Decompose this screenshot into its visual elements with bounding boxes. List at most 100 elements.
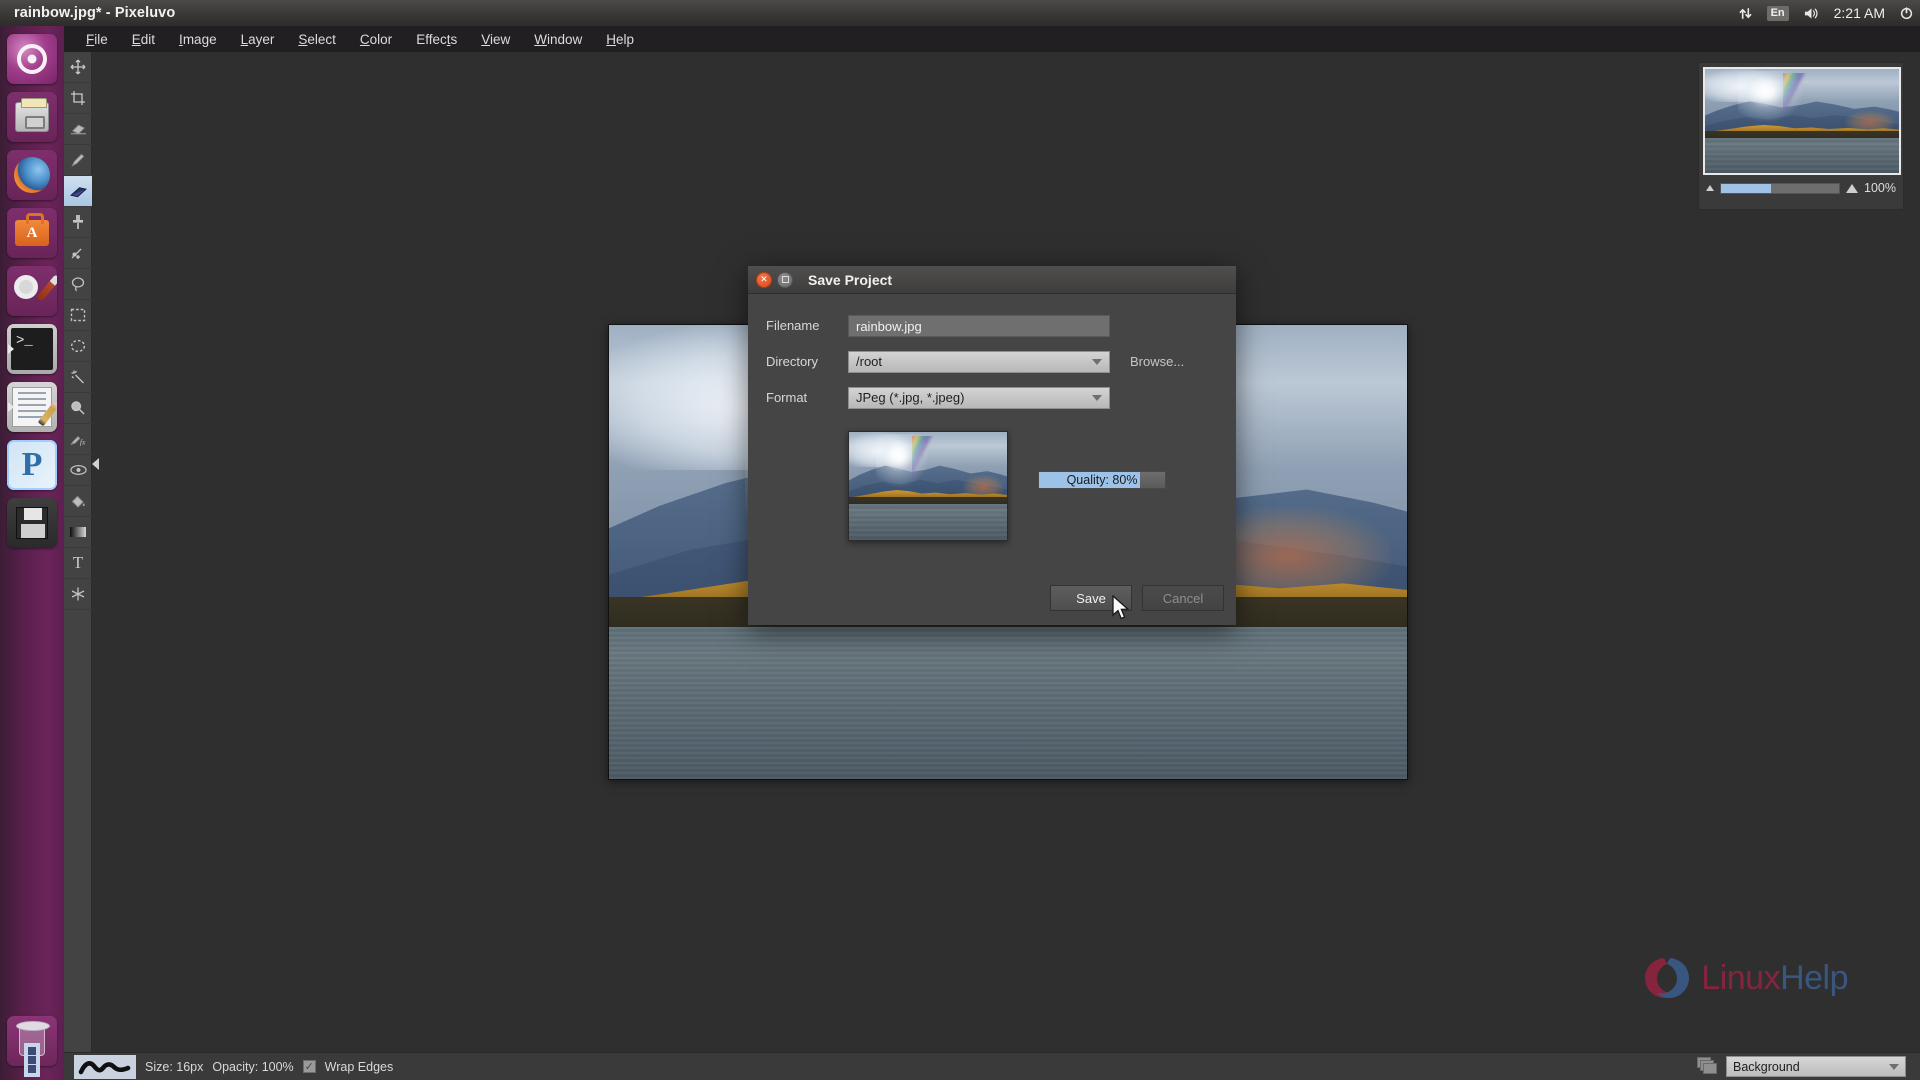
directory-row: Directory /root Browse... [766,346,1218,377]
tool-palette: fx T [64,52,92,1052]
zoom-level-label: 100% [1864,181,1896,195]
launcher-item-software-center[interactable]: A [7,208,57,258]
format-row: Format JPeg (*.jpg, *.jpeg) [766,382,1218,413]
status-bar: Size: 16px Opacity: 100% ✓ Wrap Edges Ba… [0,1052,1920,1080]
unity-launcher: A >_ P [0,26,64,1080]
format-select[interactable]: JPeg (*.jpg, *.jpeg) [848,386,1110,409]
watermark-help: Help [1780,958,1848,997]
maximize-square-icon[interactable] [777,271,793,288]
wrap-edges-checkbox[interactable]: ✓ [302,1060,316,1073]
navigator-zoom-controls: 100% [1703,175,1899,201]
top-panel: rainbow.jpg* - Pixeluvo En 2:21 AM [0,0,1920,26]
shape-icon[interactable] [64,579,92,610]
tool-palette-collapse-arrow[interactable] [92,458,99,470]
linuxhelp-logo-icon [1645,958,1690,998]
quality-slider[interactable]: Quality: 80% [1038,471,1166,489]
cancel-button[interactable]: Cancel [1142,585,1224,611]
brush-stroke-icon[interactable] [74,1054,136,1079]
wrap-edges-label: Wrap Edges [324,1059,394,1074]
watermark-linux: Linux [1701,958,1781,997]
brush-size-label: Size: 16px [145,1059,204,1074]
menu-item-effects[interactable]: Effects [404,30,469,49]
preview-area: Quality: 80% [766,431,1218,541]
menu-item-edit[interactable]: Edit [120,30,167,49]
clock[interactable]: 2:21 AM [1834,5,1885,21]
small-mountain-icon[interactable] [1706,185,1714,191]
zoom-slider[interactable] [1720,182,1841,194]
chevron-down-icon [1092,394,1102,401]
layer-value: Background [1733,1059,1800,1074]
magic-wand-icon[interactable] [64,362,92,393]
launcher-item-files[interactable] [7,92,57,142]
brush-opacity-label: Opacity: 100% [212,1059,294,1074]
mouse-cursor [1112,595,1130,620]
directory-value: /root [856,354,883,369]
software-bag-icon: A [7,208,57,258]
chevron-down-icon [1889,1063,1899,1070]
browse-button[interactable]: Browse... [1130,354,1184,369]
navigator-thumbnail[interactable] [1703,67,1901,175]
paint-bucket-icon[interactable] [64,486,92,517]
rectangle-select-icon[interactable] [64,300,92,331]
close-x-icon[interactable]: ✕ [756,271,772,288]
menu-item-color[interactable]: Color [348,30,404,49]
navigator-thumbnail-image [1705,69,1899,173]
directory-select[interactable]: /root [848,350,1110,373]
text-t-icon[interactable]: T [64,548,92,579]
launcher-item-pixeluvo[interactable]: P [7,440,57,490]
dialog-body: Filename rainbow.jpg Directory /root Bro… [748,294,1236,541]
eye-icon[interactable] [64,455,92,486]
status-bar-right: Background [1697,1056,1906,1077]
filename-input[interactable]: rainbow.jpg [848,314,1110,337]
launcher-grip-handle[interactable] [24,1043,40,1077]
watermark-text: LinuxHelp [1701,959,1848,998]
dialog-title: Save Project [808,271,893,288]
menu-item-help[interactable]: Help [594,30,646,49]
launcher-item-text-editor[interactable] [7,382,57,432]
format-label: Format [766,390,808,405]
healing-icon[interactable] [64,238,92,269]
window-title: rainbow.jpg* - Pixeluvo [14,5,176,21]
power-gear-icon[interactable] [1899,6,1914,21]
terminal-icon: >_ [7,324,57,374]
menu-item-select[interactable]: Select [286,30,348,49]
filename-row: Filename rainbow.jpg [766,310,1218,341]
menu-item-file[interactable]: FFileile [74,30,120,49]
ellipse-select-icon[interactable] [64,331,92,362]
volume-icon[interactable] [1803,6,1820,21]
menu-item-window[interactable]: Window [522,30,594,49]
keyboard-layout-indicator[interactable]: En [1766,5,1789,21]
layers-stack-icon[interactable] [1697,1056,1719,1077]
eraser-icon[interactable] [64,114,92,145]
zoom-slider-fill [1721,183,1771,193]
large-mountain-icon[interactable] [1846,183,1859,193]
blue-brush-icon[interactable] [64,176,92,207]
launcher-item-firefox[interactable] [7,150,57,200]
layer-select[interactable]: Background [1726,1056,1906,1077]
paintbrush-icon[interactable] [64,145,92,176]
svg-text:fx: fx [79,437,85,446]
ubuntu-logo-icon [7,34,57,84]
filename-label: Filename [766,318,820,333]
magnifier-icon[interactable] [64,393,92,424]
linuxhelp-watermark: LinuxHelp [1641,952,1848,1004]
directory-label: Directory [766,354,819,369]
chevron-down-icon [1092,358,1102,365]
lasso-icon[interactable] [64,269,92,300]
clone-stamp-icon[interactable] [64,207,92,238]
dialog-titlebar[interactable]: ✕ Save Project [748,266,1236,294]
brush-fx-icon[interactable]: fx [64,424,92,455]
menu-item-image[interactable]: Image [167,30,229,49]
launcher-item-settings[interactable] [7,266,57,316]
menu-item-layer[interactable]: Layer [229,30,287,49]
gradient-icon[interactable] [64,517,92,548]
gear-wrench-icon [7,266,57,316]
menu-item-view[interactable]: View [469,30,522,49]
move-arrows-icon[interactable] [64,52,92,83]
launcher-item-ubuntu-dash[interactable] [7,34,57,84]
save-preview-image [848,431,1008,541]
launcher-item-terminal[interactable]: >_ [7,324,57,374]
network-arrows-icon[interactable] [1738,6,1753,21]
launcher-item-save-disk[interactable] [7,498,57,548]
crop-icon[interactable] [64,83,92,114]
